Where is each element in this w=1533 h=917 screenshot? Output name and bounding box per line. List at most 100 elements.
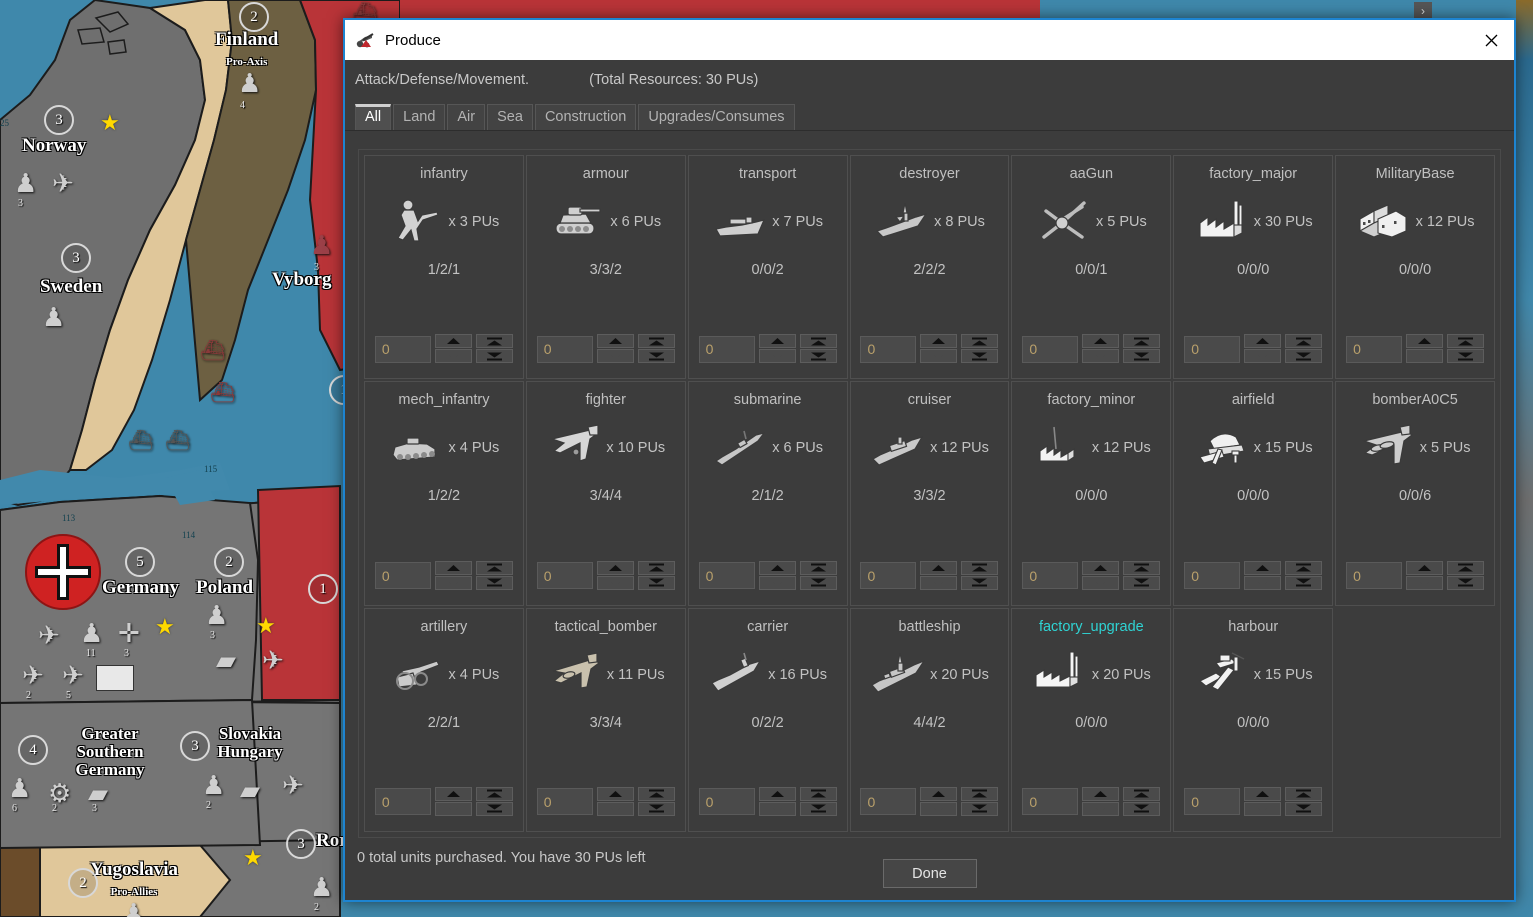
triangle-down-icon[interactable]: [1406, 575, 1444, 590]
quantity-input[interactable]: 0: [374, 562, 431, 590]
bar-triangle-down-icon[interactable]: [1447, 575, 1485, 590]
unit-quantity-spinner[interactable]: 0: [1022, 560, 1161, 591]
unit-quantity-spinner[interactable]: 0: [1184, 786, 1323, 817]
territory-count-yugoslavia[interactable]: 2: [68, 868, 98, 898]
quantity-input[interactable]: 0: [1346, 335, 1403, 363]
triangle-up-icon[interactable]: [1244, 786, 1282, 801]
triangle-down-icon[interactable]: [434, 801, 472, 816]
unit-quantity-spinner[interactable]: 0: [1184, 560, 1323, 591]
unit-cell-transport[interactable]: transport x 7 PUs 0/0/2 0: [687, 155, 848, 380]
quantity-input[interactable]: 0: [698, 335, 755, 363]
close-icon[interactable]: [1468, 20, 1514, 60]
triangle-down-icon[interactable]: [596, 575, 634, 590]
bar-triangle-up-icon[interactable]: [475, 334, 513, 349]
unit-quantity-spinner[interactable]: 0: [374, 334, 513, 364]
triangle-down-icon[interactable]: [1406, 349, 1444, 364]
quantity-input[interactable]: 0: [1184, 562, 1241, 590]
unit-cell-destroyer[interactable]: destroyer x 8 PUs 2/2/2 0: [849, 155, 1010, 380]
quantity-input[interactable]: 0: [860, 335, 917, 363]
unit-quantity-spinner[interactable]: 0: [536, 334, 675, 364]
bar-triangle-down-icon[interactable]: [1285, 575, 1323, 590]
bar-triangle-down-icon[interactable]: [1447, 349, 1485, 364]
triangle-up-icon[interactable]: [596, 334, 634, 349]
bar-triangle-down-icon[interactable]: [1285, 349, 1323, 364]
tab-upgrades-consumes[interactable]: Upgrades/Consumes: [638, 104, 795, 130]
triangle-up-icon[interactable]: [434, 786, 472, 801]
triangle-up-icon[interactable]: [1082, 786, 1120, 801]
bar-triangle-down-icon[interactable]: [961, 575, 999, 590]
bar-triangle-up-icon[interactable]: [475, 560, 513, 575]
bar-triangle-down-icon[interactable]: [637, 801, 675, 816]
bar-triangle-up-icon[interactable]: [637, 334, 675, 349]
unit-cell-submarine[interactable]: submarine x 6 PUs 2/1/2 0: [687, 381, 848, 606]
unit-cell-bombera0c5[interactable]: bomberA0C5 x 5 PUs 0/0/6 0: [1335, 381, 1495, 606]
triangle-up-icon[interactable]: [596, 560, 634, 575]
unit-cell-factory_major[interactable]: factory_major x 30 PUs 0/0/0 0: [1173, 155, 1334, 380]
triangle-up-icon[interactable]: [434, 560, 472, 575]
quantity-input[interactable]: 0: [698, 788, 755, 816]
bar-triangle-up-icon[interactable]: [1285, 786, 1323, 801]
done-button[interactable]: Done: [882, 859, 977, 888]
unit-quantity-spinner[interactable]: 0: [698, 560, 837, 591]
triangle-down-icon[interactable]: [758, 349, 796, 364]
unit-cell-tactical_bomber[interactable]: tactical_bomber x 11 PUs 3/3/4 0: [525, 607, 686, 832]
quantity-input[interactable]: 0: [1022, 788, 1079, 816]
triangle-up-icon[interactable]: [758, 786, 796, 801]
territory-count-sweden[interactable]: 3: [61, 243, 91, 273]
unit-cell-infantry[interactable]: infantry x 3 PUs 1/2/1 0: [364, 155, 524, 380]
unit-quantity-spinner[interactable]: 0: [698, 786, 837, 817]
territory-count-slovakia-hungary[interactable]: 3: [180, 731, 210, 761]
quantity-input[interactable]: 0: [374, 788, 431, 816]
dialog-titlebar[interactable]: Produce: [345, 20, 1514, 60]
unit-cell-artillery[interactable]: artillery x 4 PUs 2/2/1 0: [364, 607, 524, 832]
bar-triangle-up-icon[interactable]: [799, 334, 837, 349]
bar-triangle-up-icon[interactable]: [637, 786, 675, 801]
unit-quantity-spinner[interactable]: 0: [860, 334, 999, 364]
bar-triangle-up-icon[interactable]: [799, 786, 837, 801]
bar-triangle-down-icon[interactable]: [961, 349, 999, 364]
bar-triangle-up-icon[interactable]: [961, 560, 999, 575]
quantity-input[interactable]: 0: [860, 788, 917, 816]
triangle-up-icon[interactable]: [920, 786, 958, 801]
unit-quantity-spinner[interactable]: 0: [1346, 334, 1485, 364]
triangle-up-icon[interactable]: [1244, 334, 1282, 349]
bar-triangle-up-icon[interactable]: [1123, 786, 1161, 801]
unit-quantity-spinner[interactable]: 0: [374, 786, 513, 817]
territory-count-gsg[interactable]: 4: [18, 735, 48, 765]
bar-triangle-down-icon[interactable]: [475, 575, 513, 590]
bar-triangle-down-icon[interactable]: [475, 349, 513, 364]
tab-construction[interactable]: Construction: [534, 104, 637, 130]
triangle-down-icon[interactable]: [1082, 349, 1120, 364]
unit-quantity-spinner[interactable]: 0: [860, 560, 999, 591]
quantity-input[interactable]: 0: [1184, 335, 1241, 363]
tab-air[interactable]: Air: [447, 104, 486, 130]
unit-cell-carrier[interactable]: carrier x 16 PUs 0/2/2 0: [687, 607, 848, 832]
bar-triangle-down-icon[interactable]: [799, 575, 837, 590]
unit-cell-airfield[interactable]: airfield x 15 PUs 0/0/0 0: [1173, 381, 1334, 606]
bar-triangle-up-icon[interactable]: [1123, 334, 1161, 349]
unit-quantity-spinner[interactable]: 0: [1022, 334, 1161, 364]
triangle-up-icon[interactable]: [1244, 560, 1282, 575]
triangle-down-icon[interactable]: [920, 349, 958, 364]
bar-triangle-down-icon[interactable]: [799, 349, 837, 364]
unit-quantity-spinner[interactable]: 0: [1022, 786, 1161, 817]
quantity-input[interactable]: 0: [536, 562, 593, 590]
triangle-down-icon[interactable]: [1082, 575, 1120, 590]
tab-sea[interactable]: Sea: [487, 104, 533, 130]
unit-cell-factory_upgrade[interactable]: factory_upgrade x 20 PUs 0/0/0 0: [1011, 607, 1172, 832]
unit-cell-battleship[interactable]: battleship x 20 PUs 4/4/2 0: [849, 607, 1010, 832]
quantity-input[interactable]: 0: [860, 562, 917, 590]
unit-quantity-spinner[interactable]: 0: [1346, 560, 1485, 591]
unit-cell-aagun[interactable]: aaGun x 5 PUs 0/0/1 0: [1011, 155, 1172, 380]
bar-triangle-down-icon[interactable]: [1123, 349, 1161, 364]
bar-triangle-up-icon[interactable]: [799, 560, 837, 575]
bar-triangle-up-icon[interactable]: [1447, 334, 1485, 349]
triangle-up-icon[interactable]: [1082, 334, 1120, 349]
bar-triangle-up-icon[interactable]: [1447, 560, 1485, 575]
triangle-down-icon[interactable]: [596, 349, 634, 364]
quantity-input[interactable]: 0: [1184, 788, 1241, 816]
quantity-input[interactable]: 0: [1022, 335, 1079, 363]
bar-triangle-down-icon[interactable]: [961, 801, 999, 816]
unit-cell-cruiser[interactable]: cruiser x 12 PUs 3/3/2 0: [849, 381, 1010, 606]
triangle-up-icon[interactable]: [434, 334, 472, 349]
